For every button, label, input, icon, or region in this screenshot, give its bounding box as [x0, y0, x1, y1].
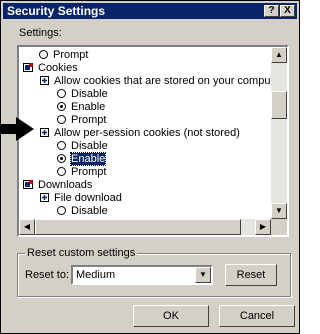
- window-title: Security Settings: [7, 4, 106, 18]
- radio-button[interactable]: [39, 50, 48, 59]
- list-item-label: Allow per-session cookies (not stored): [54, 127, 240, 139]
- horizontal-scroll-thumb[interactable]: [35, 219, 241, 235]
- option-radio-prompt[interactable]: Prompt: [57, 114, 106, 127]
- setting-item-icon: [40, 76, 49, 85]
- list-item-label: Disable: [71, 140, 108, 152]
- settings-subcategory: Allow per-session cookies (not stored): [39, 127, 240, 140]
- close-icon: X: [284, 5, 291, 16]
- scroll-up-button[interactable]: ▲: [271, 47, 287, 63]
- reset-to-value: Medium: [76, 269, 116, 281]
- vertical-scroll-thumb[interactable]: [271, 91, 287, 119]
- radio-button[interactable]: [57, 115, 66, 124]
- option-radio-disable[interactable]: Disable: [57, 205, 108, 218]
- option-radio-enable[interactable]: Enable: [57, 101, 105, 114]
- chevron-down-icon[interactable]: ▼: [195, 267, 211, 283]
- settings-category: Cookies: [23, 62, 78, 75]
- settings-category-icon: [23, 63, 33, 72]
- option-radio-prompt[interactable]: Prompt: [39, 49, 88, 62]
- settings-subcategory: File download: [39, 192, 122, 205]
- radio-button[interactable]: [57, 206, 66, 215]
- scroll-right-button[interactable]: ▶: [255, 219, 271, 235]
- reset-to-dropdown[interactable]: Medium ▼: [71, 265, 213, 285]
- horizontal-scrollbar[interactable]: ◀ ▶: [19, 219, 271, 235]
- close-button[interactable]: X: [280, 5, 295, 17]
- option-radio-enable[interactable]: Enable: [57, 152, 107, 166]
- radio-button[interactable]: [57, 154, 66, 163]
- scroll-left-button[interactable]: ◀: [19, 219, 35, 235]
- radio-button[interactable]: [57, 167, 66, 176]
- title-bar: Security Settings ? X: [3, 3, 297, 19]
- help-icon: ?: [268, 5, 275, 16]
- settings-category-icon: [23, 180, 33, 189]
- radio-button[interactable]: [57, 89, 66, 98]
- option-radio-disable[interactable]: Disable: [57, 88, 108, 101]
- settings-label: Settings:: [19, 27, 62, 39]
- radio-button[interactable]: [57, 141, 66, 150]
- list-item-label: File download: [54, 192, 122, 204]
- reset-group-label: Reset custom settings: [25, 247, 138, 259]
- list-item-label: Disable: [71, 205, 108, 217]
- list-item-label: Downloads: [38, 179, 93, 191]
- scroll-down-button[interactable]: ▼: [271, 203, 287, 219]
- reset-to-label: Reset to:: [25, 269, 70, 281]
- security-settings-dialog: Security Settings ? X Settings: Prompt Co…: [0, 0, 300, 334]
- list-item-label: Enable: [71, 101, 106, 113]
- reset-button[interactable]: Reset: [225, 264, 277, 286]
- settings-listbox[interactable]: Prompt Cookies Allow cookies that are stor…: [17, 45, 289, 237]
- list-item-label: Prompt: [71, 166, 107, 178]
- radio-button[interactable]: [57, 102, 66, 111]
- settings-subcategory: Allow cookies that are stored on your co…: [39, 75, 283, 88]
- settings-category: Downloads: [23, 179, 92, 192]
- vertical-scrollbar[interactable]: ▲ ▼: [271, 47, 287, 219]
- option-radio-disable[interactable]: Disable: [57, 140, 108, 153]
- list-item-label: Prompt: [53, 49, 89, 61]
- ok-button[interactable]: OK: [133, 305, 209, 327]
- list-item-label: Allow cookies that are stored on your co…: [54, 75, 284, 87]
- help-button[interactable]: ?: [264, 5, 279, 17]
- setting-item-icon: [40, 128, 49, 137]
- setting-item-icon: [40, 193, 49, 202]
- cancel-button[interactable]: Cancel: [219, 305, 295, 327]
- pointer-arrow-icon: [0, 117, 34, 141]
- list-item-label: Cookies: [38, 62, 78, 74]
- list-item-label: Enable: [69, 152, 107, 166]
- option-radio-prompt[interactable]: Prompt: [57, 166, 106, 179]
- list-item-label: Disable: [71, 88, 108, 100]
- scroll-corner: [271, 219, 287, 235]
- list-item-label: Prompt: [71, 114, 107, 126]
